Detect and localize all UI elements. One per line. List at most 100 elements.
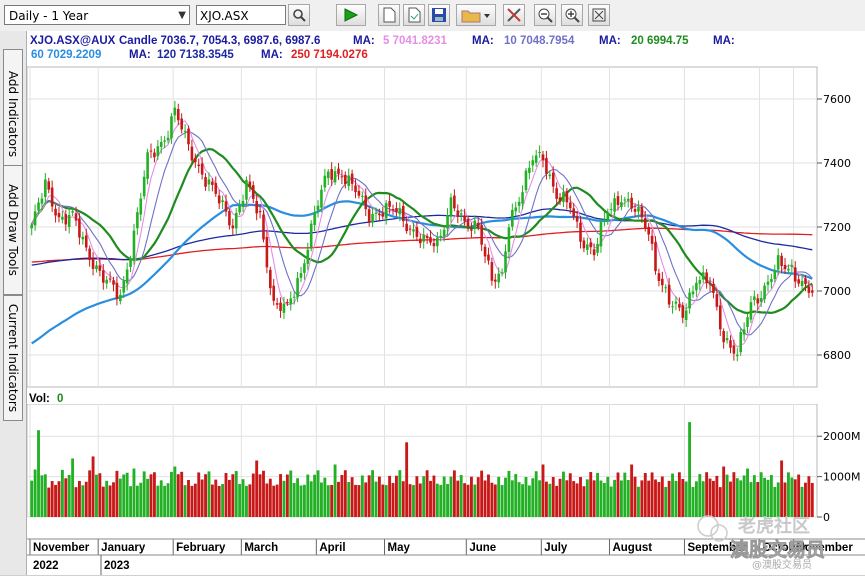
volume-bar [527, 485, 531, 517]
volume-bar [626, 479, 630, 517]
candle-body [565, 191, 569, 203]
candle-body [776, 255, 780, 270]
candle-body [705, 272, 708, 284]
volume-bar [739, 480, 743, 517]
month-label: May [388, 542, 411, 554]
volume-bar [381, 484, 385, 517]
candle-body [603, 218, 606, 220]
candle-body [459, 213, 463, 215]
volume-bar [667, 480, 671, 517]
candle-body [555, 188, 558, 199]
symbol-input[interactable]: XJO.ASX [196, 5, 286, 25]
candle-body [412, 229, 415, 232]
volume-bar [705, 472, 709, 517]
candle-body [391, 209, 395, 211]
candle-body [643, 218, 647, 229]
volume-bar [589, 472, 593, 517]
volume-tick-label: 1000M [823, 471, 861, 484]
fit-button[interactable] [588, 4, 610, 26]
volume-bar [214, 479, 218, 517]
candle-body [521, 192, 524, 204]
candle-body [691, 291, 695, 295]
candle-body [575, 216, 579, 222]
volume-bar [81, 485, 85, 517]
volume-bar [544, 481, 548, 517]
candle-body [190, 146, 194, 161]
candle-body [473, 220, 477, 229]
candle-body [248, 181, 252, 188]
volume-bar [541, 464, 545, 517]
volume-bar [43, 474, 47, 517]
chart-area[interactable]: 6800 7000 7200 7400 7600 0 1000M 2000M November J… [27, 31, 865, 575]
candle-body [84, 235, 88, 248]
candle-body [504, 251, 507, 273]
volume-bar [456, 480, 460, 517]
candle-body [47, 181, 51, 190]
candle-body [159, 141, 163, 147]
tab-add-draw-tools[interactable]: Add Draw Tools [3, 165, 23, 295]
new-page-button[interactable] [378, 4, 400, 26]
candle-body [753, 296, 756, 301]
volume-bar [633, 476, 637, 517]
candle-body [405, 223, 408, 232]
chevron-down-icon[interactable]: ▼ [178, 6, 186, 26]
open-button[interactable] [403, 4, 425, 26]
candle-body [238, 205, 241, 213]
volume-bar [313, 474, 317, 517]
candle-body [262, 214, 265, 240]
tools-button[interactable] [503, 4, 525, 26]
volume-bar [197, 472, 201, 517]
volume-bar [616, 472, 620, 517]
candle-body [596, 243, 599, 253]
volume-bar [787, 472, 790, 517]
search-icon [293, 9, 306, 22]
candle-body [667, 284, 671, 305]
candle-body [517, 201, 521, 206]
candle-body [807, 286, 811, 293]
volume-bar [701, 481, 705, 517]
volume-bar [722, 466, 726, 517]
tab-add-indicators[interactable]: Add Indicators [3, 49, 23, 179]
fit-icon [592, 8, 606, 22]
candle-body [153, 152, 156, 158]
volume-bar [640, 480, 644, 517]
candle-body [350, 173, 354, 184]
candle-body [432, 243, 436, 247]
period-select[interactable]: Daily - 1 Year ▼ [4, 5, 190, 25]
volume-bar [493, 484, 497, 517]
month-label: March [244, 542, 278, 554]
volume-bar [729, 481, 732, 517]
volume-bar [500, 485, 504, 517]
candle-body [344, 174, 347, 184]
volume-bar [149, 474, 153, 517]
candle-body [367, 209, 371, 223]
candle-body [466, 218, 470, 227]
zoom-out-button[interactable] [534, 4, 556, 26]
candle-body [586, 244, 589, 250]
search-button[interactable] [288, 4, 310, 26]
header-ma-label-2: MA: [472, 35, 494, 47]
tab-current-indicators[interactable]: Current Indicators [3, 295, 23, 421]
volume-bar [657, 482, 661, 517]
play-button[interactable] [336, 4, 366, 26]
candle-body [398, 208, 402, 215]
volume-bar [88, 470, 92, 517]
volume-bar [279, 474, 282, 517]
candle-body [292, 296, 296, 298]
candle-body [749, 302, 753, 320]
folder-button[interactable] [456, 4, 496, 26]
candle-body [40, 198, 44, 204]
candle-body [497, 273, 500, 283]
volume-bar [585, 479, 589, 517]
candle-body [579, 222, 582, 242]
save-button[interactable] [428, 4, 450, 26]
volume-bar [466, 484, 470, 517]
volume-bar [231, 474, 235, 517]
candle-body [640, 206, 644, 218]
volume-bar [708, 478, 712, 517]
volume-bar [33, 469, 37, 517]
candle-body [64, 214, 68, 225]
candle-body [50, 187, 54, 207]
candle-body [562, 191, 565, 203]
zoom-in-button[interactable] [561, 4, 583, 26]
